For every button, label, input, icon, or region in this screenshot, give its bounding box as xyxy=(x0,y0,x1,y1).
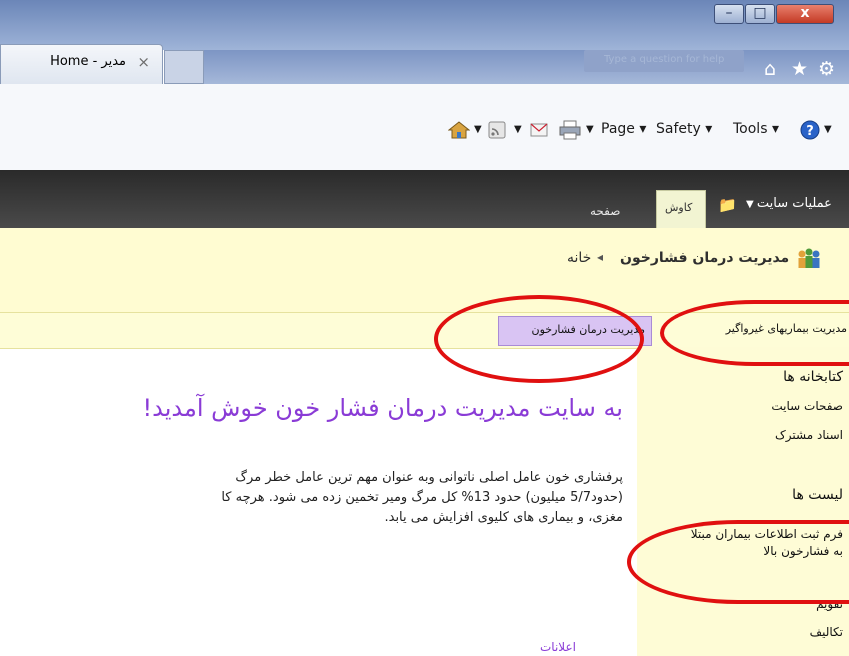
svg-text:?: ? xyxy=(806,124,814,139)
help-dropdown-arrow-icon[interactable]: ▼ xyxy=(824,124,832,135)
home-icon[interactable]: ⌂ xyxy=(764,58,776,80)
intro-paragraph-line: (حدود5/7 میلیون) حدود 13% کل مرگ ومیر تخ… xyxy=(221,490,623,505)
lists-heading[interactable]: لیست ها xyxy=(792,487,843,503)
quick-launch-sidebar: کتابخانه ها صفحات سایت اسناد مشترک لیست … xyxy=(637,347,849,656)
feeds-dropdown-arrow-icon[interactable]: ▼ xyxy=(514,124,522,135)
safety-menu[interactable]: Safety ▾ xyxy=(656,121,712,137)
search-placeholder: Type a question for help xyxy=(604,54,725,65)
site-actions-menu[interactable]: ▼ عملیات سایت xyxy=(746,196,832,211)
breadcrumb-current: خانه xyxy=(567,250,592,266)
sidebar-item-tasks[interactable]: تکالیف xyxy=(810,625,843,639)
annotation-ellipse-bp-tab xyxy=(434,295,644,383)
print-dropdown-arrow-icon[interactable]: ▼ xyxy=(586,124,594,135)
help-icon[interactable]: ? xyxy=(800,120,820,140)
intro-paragraph-line: مغزی، و بیماری های کلیوی افزایش می یابد. xyxy=(384,510,623,525)
sidebar-item-site-pages[interactable]: صفحات سایت xyxy=(771,399,843,413)
tools-menu-arrow-icon: ▾ xyxy=(771,121,779,137)
browser-tab-home[interactable]: Home - مدیر × xyxy=(0,44,163,84)
minimize-button[interactable]: – xyxy=(714,4,744,24)
address-bar-area xyxy=(204,50,849,84)
tab-browse[interactable]: کاوش xyxy=(656,190,706,228)
welcome-heading: به سایت مدیریت درمان فشار خون خوش آمدید! xyxy=(142,394,623,422)
rss-feed-icon[interactable] xyxy=(488,121,506,139)
close-window-button[interactable]: x xyxy=(776,4,834,24)
maximize-button[interactable]: □ xyxy=(745,4,775,24)
home-page-icon[interactable] xyxy=(448,120,470,140)
new-tab-button[interactable] xyxy=(164,50,204,84)
sidebar-item-shared-documents[interactable]: اسناد مشترک xyxy=(775,428,843,442)
home-dropdown-arrow-icon[interactable]: ▼ xyxy=(474,124,482,135)
intro-paragraph-line: پرفشاری خون عامل اصلی ناتوانی وبه عنوان … xyxy=(235,470,623,485)
site-actions-label: عملیات سایت xyxy=(756,196,832,211)
site-actions-arrow-icon: ▼ xyxy=(746,199,757,210)
tools-menu-label: Tools xyxy=(733,121,768,137)
title-area xyxy=(0,228,849,312)
tab-page[interactable]: صفحه xyxy=(590,204,620,218)
safety-menu-label: Safety xyxy=(656,121,701,137)
page-menu-arrow-icon: ▾ xyxy=(639,121,647,137)
announcements-link[interactable]: اعلانات xyxy=(540,640,576,654)
site-logo-people-icon xyxy=(798,248,820,268)
page-menu-label: Page xyxy=(601,121,635,137)
command-bar xyxy=(0,84,849,171)
settings-gear-icon[interactable]: ⚙ xyxy=(818,58,835,80)
navigate-up-icon[interactable]: 📁 xyxy=(718,196,737,214)
search-box[interactable]: Type a question for help xyxy=(584,50,744,72)
breadcrumb-separator-icon: ◂ xyxy=(597,250,604,264)
tab-close-icon[interactable]: × xyxy=(137,53,150,71)
tools-menu[interactable]: Tools ▾ xyxy=(733,121,779,137)
tab-browse-label: کاوش xyxy=(665,201,693,214)
tab-title: Home - مدیر xyxy=(50,54,126,69)
annotation-ellipse-ncd-tab xyxy=(660,300,849,366)
safety-menu-arrow-icon: ▾ xyxy=(705,121,713,137)
page-menu[interactable]: Page ▾ xyxy=(601,121,646,137)
libraries-heading[interactable]: کتابخانه ها xyxy=(783,369,843,385)
print-icon[interactable] xyxy=(559,120,581,140)
favorites-icon[interactable]: ★ xyxy=(791,58,808,80)
annotation-ellipse-form-link xyxy=(627,520,849,604)
read-mail-icon[interactable] xyxy=(530,122,548,138)
breadcrumb-site-link[interactable]: مدیریت درمان فشارخون xyxy=(620,250,789,266)
